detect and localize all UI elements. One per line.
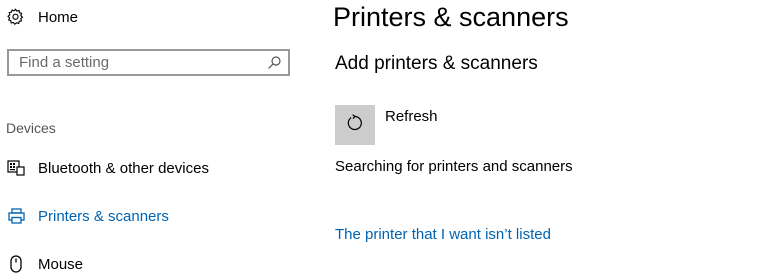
settings-window: Home Devices	[0, 0, 767, 280]
refresh-icon	[346, 113, 364, 137]
refresh-label[interactable]: Refresh	[385, 108, 438, 126]
printer-icon	[7, 207, 25, 225]
sidebar-item-label: Printers & scanners	[38, 208, 169, 225]
section-header-devices: Devices	[6, 120, 56, 136]
sidebar-item-mouse[interactable]: Mouse	[0, 249, 300, 279]
sidebar-item-printers[interactable]: Printers & scanners	[0, 201, 300, 231]
home-label: Home	[38, 9, 79, 26]
section-title-add-printers: Add printers & scanners	[335, 53, 538, 74]
page-title: Printers & scanners	[333, 2, 569, 32]
search-status-text: Searching for printers and scanners	[335, 158, 573, 175]
printer-not-listed-link[interactable]: The printer that I want isn’t listed	[335, 226, 551, 244]
sidebar: Home Devices	[0, 0, 310, 280]
bluetooth-devices-icon	[7, 159, 25, 177]
sidebar-item-label: Bluetooth & other devices	[38, 160, 209, 177]
search-icon[interactable]	[267, 55, 282, 70]
home-nav-item[interactable]: Home	[0, 0, 300, 34]
gear-icon	[6, 7, 24, 25]
refresh-button[interactable]	[335, 105, 375, 145]
search-box[interactable]	[7, 49, 290, 76]
sidebar-item-bluetooth[interactable]: Bluetooth & other devices	[0, 153, 300, 183]
search-input[interactable]	[9, 51, 259, 74]
sidebar-item-label: Mouse	[38, 256, 84, 273]
main-content: Printers & scanners Add printers & scann…	[333, 0, 763, 280]
mouse-icon	[7, 255, 25, 273]
